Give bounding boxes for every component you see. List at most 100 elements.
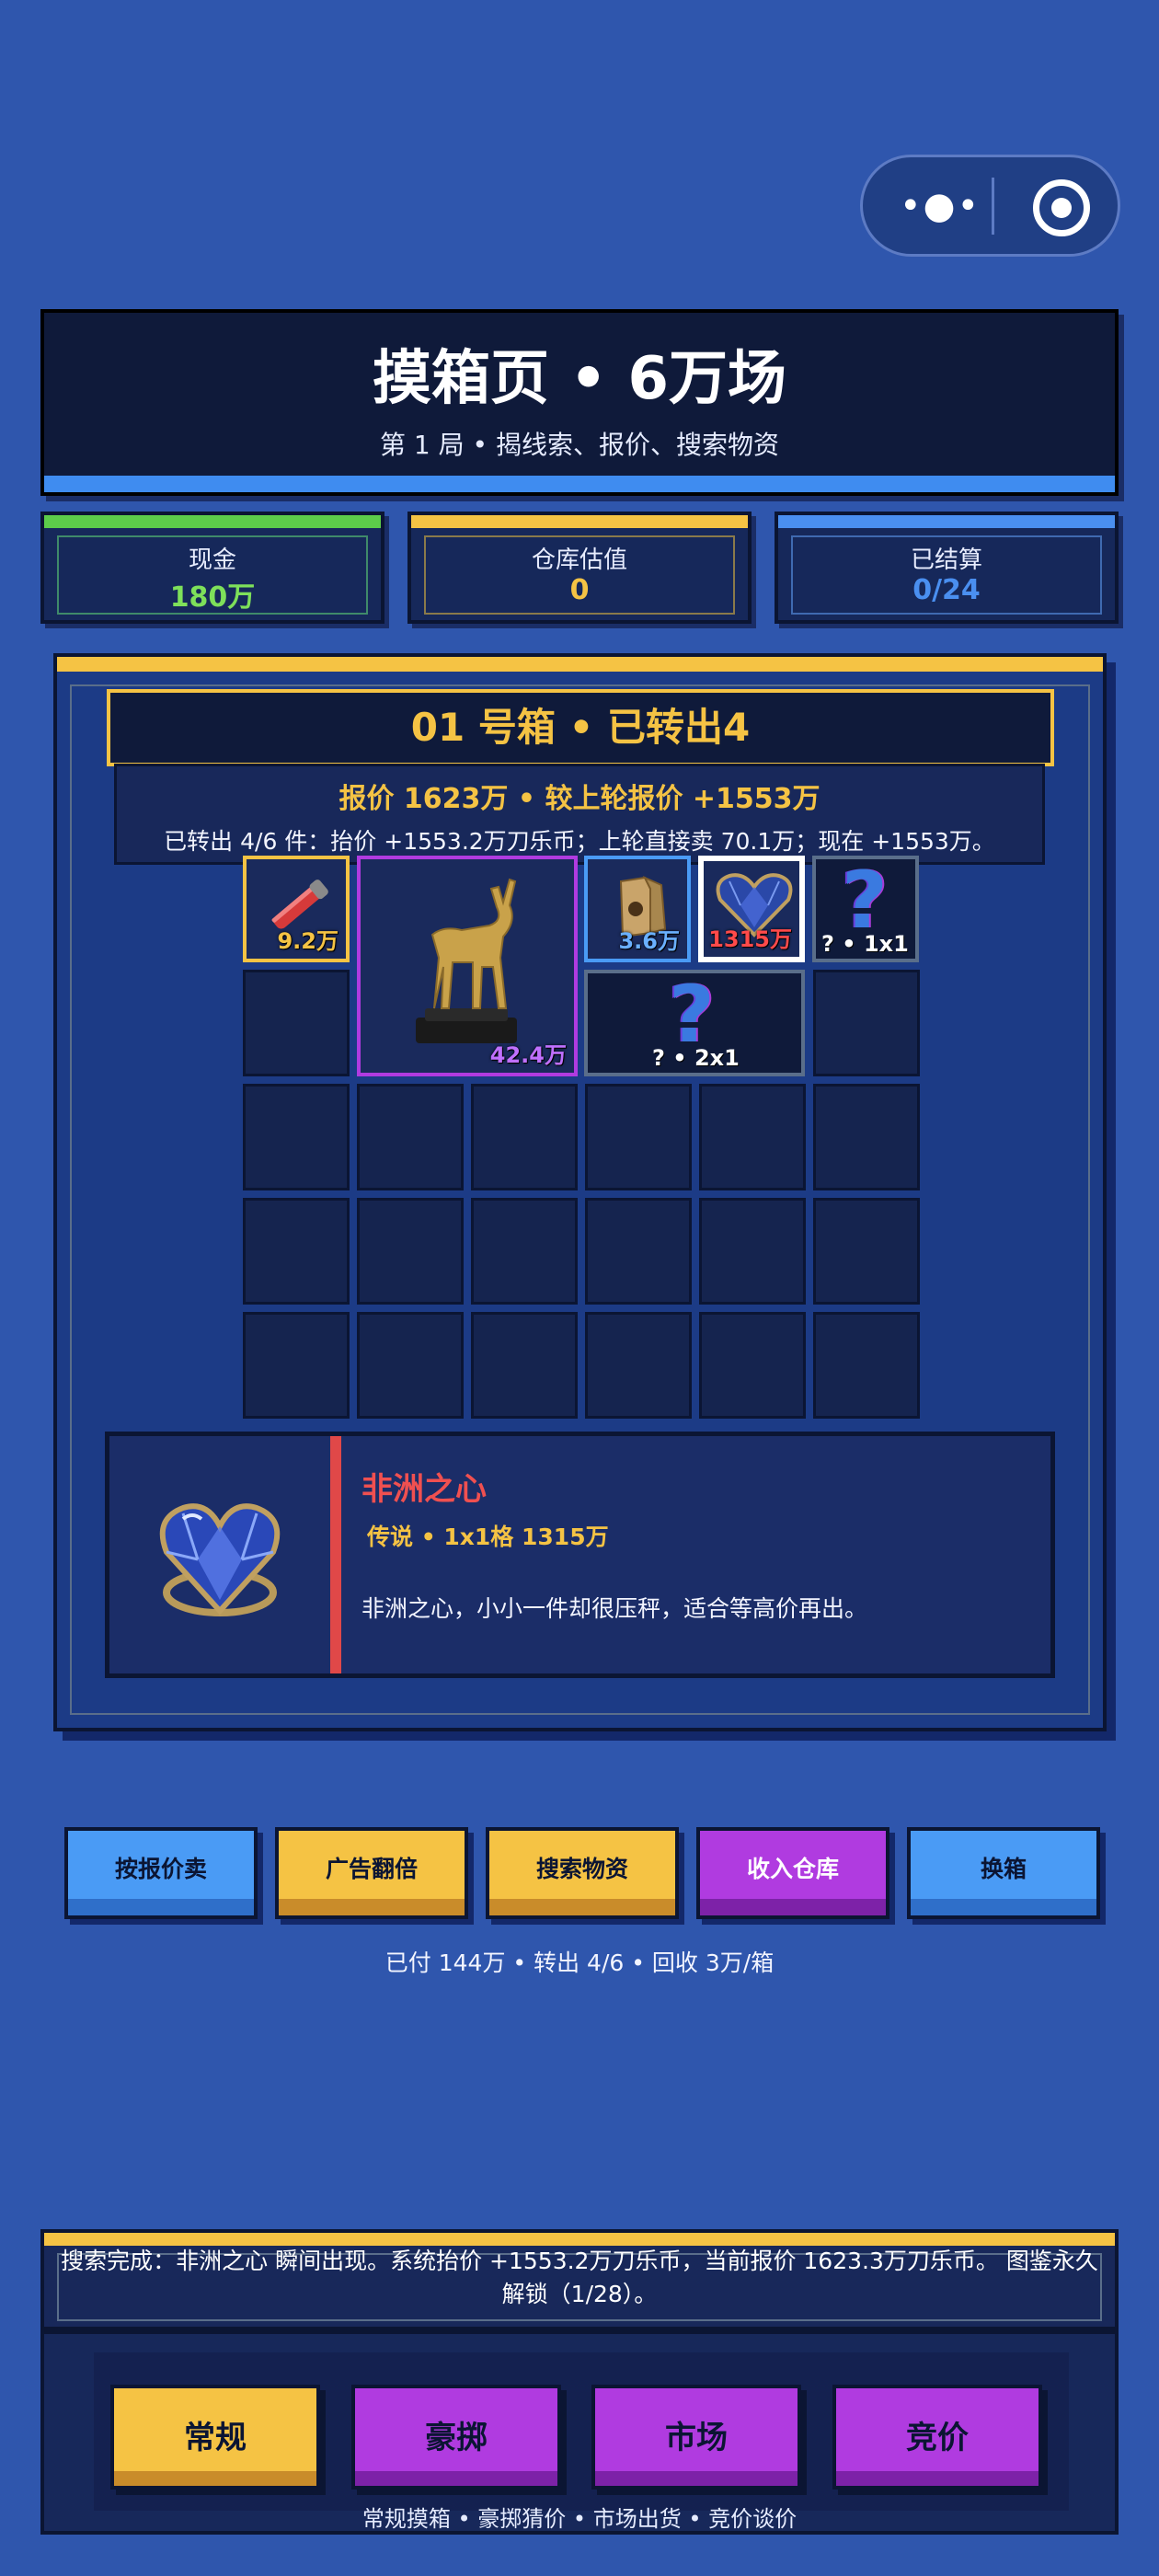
ad-double-button[interactable]: 广告翻倍 (275, 1827, 468, 1919)
item-name: 非洲之心 (361, 1471, 487, 1508)
grid-cell-empty[interactable] (357, 1312, 464, 1419)
stat-cash-inner: 现金 180万 (57, 535, 368, 615)
stat-settled-label: 已结算 (910, 546, 982, 574)
stat-settled-inner: 已结算 0/24 (791, 535, 1102, 615)
button-strip (68, 1899, 254, 1915)
rarity-bar (330, 1436, 341, 1673)
grid-cell-empty[interactable] (813, 1312, 920, 1419)
stat-settled-value: 0/24 (912, 574, 981, 606)
nav-strip (595, 2471, 798, 2486)
panel-accent-bar (57, 657, 1103, 672)
store-warehouse-button[interactable]: 收入仓库 (696, 1827, 889, 1919)
button-label: 搜索物资 (535, 1856, 628, 1882)
button-strip (911, 1899, 1096, 1915)
grid-cell-empty[interactable] (699, 1198, 806, 1305)
stat-cash: 现金 180万 (40, 512, 384, 624)
item-size-label: ? • 1x1 (821, 931, 909, 957)
miniprogram-capsule: •●• (860, 155, 1120, 257)
close-target-icon[interactable] (1033, 179, 1090, 236)
stat-cash-value: 180万 (169, 581, 256, 614)
item-meta: 传说 • 1x1格 1315万 (367, 1524, 609, 1550)
item-price: 1315万 (708, 926, 792, 952)
status-line: 已付 144万 • 转出 4/6 • 回收 3万/箱 (384, 1949, 775, 1976)
grid-cell-empty[interactable] (357, 1084, 464, 1190)
grid-cell-empty[interactable] (699, 1084, 806, 1190)
button-label: 收入仓库 (746, 1856, 839, 1882)
nav-label: 市场 (665, 2420, 728, 2456)
log-text: 搜索完成：非洲之心 瞬间出现。系统抬价 +1553.2万刀乐币，当前报价 162… (61, 2248, 1098, 2307)
log-accent-bar (44, 2233, 1115, 2246)
question-mark-icon: ? (669, 970, 715, 1061)
nav-strip (355, 2471, 557, 2486)
grid-cell-empty[interactable] (471, 1084, 578, 1190)
header-accent-bar (44, 476, 1115, 492)
nav-label: 常规 (184, 2420, 247, 2456)
box-title: 01 号箱 • 已转出4 (107, 689, 1054, 766)
quote-panel: 报价 1623万 • 较上轮报价 +1553万 已转出 4/6 件：抬价 +15… (114, 764, 1045, 865)
grid-cell-empty[interactable] (813, 1084, 920, 1190)
golden-deer-icon (416, 878, 517, 1043)
stat-warehouse: 仓库估值 0 (407, 512, 752, 624)
grid-cell-empty[interactable] (243, 1084, 350, 1190)
sell-at-quote-button[interactable]: 按报价卖 (64, 1827, 258, 1919)
item-detail-card: 非洲之心 传说 • 1x1格 1315万 非洲之心，小小一件却很压秤，适合等高价… (105, 1432, 1055, 1678)
grid-cell-empty[interactable] (585, 1312, 692, 1419)
nav-auction-button[interactable]: 竞价 (832, 2385, 1042, 2490)
unknown-item-2x1[interactable]: ? ? • 2x1 (584, 970, 805, 1076)
item-description: 非洲之心，小小一件却很压秤，适合等高价再出。 (361, 1595, 868, 1622)
button-strip (489, 1899, 675, 1915)
stat-cash-label: 现金 (188, 546, 236, 574)
more-icon[interactable]: •●• (900, 183, 979, 229)
stat-cash-bar (44, 515, 381, 528)
item-price: 42.4万 (489, 1042, 567, 1068)
grid-cell-empty[interactable] (699, 1312, 806, 1419)
button-strip (700, 1899, 886, 1915)
heart-gem-item[interactable]: 1315万 (698, 856, 805, 962)
grid-cell-empty[interactable] (813, 1198, 920, 1305)
page-title: 摸箱页 • 6万场 (373, 345, 786, 413)
grid-cell-empty[interactable] (813, 970, 920, 1076)
item-price: 3.6万 (618, 928, 680, 954)
button-label: 广告翻倍 (325, 1856, 418, 1882)
nav-strip (836, 2471, 1039, 2486)
button-strip (279, 1899, 465, 1915)
heart-gem-icon (159, 1503, 281, 1616)
grid-cell-empty[interactable] (585, 1198, 692, 1305)
quote-line: 报价 1623万 • 较上轮报价 +1553万 (339, 783, 820, 815)
grid-cell-empty[interactable] (471, 1198, 578, 1305)
unknown-item-1x1[interactable]: ? ? • 1x1 (812, 856, 919, 962)
nav-label: 豪掷 (425, 2420, 488, 2456)
stat-settled: 已结算 0/24 (775, 512, 1119, 624)
button-label: 按报价卖 (114, 1856, 207, 1882)
stat-warehouse-inner: 仓库估值 0 (424, 535, 735, 615)
grid-cell-empty[interactable] (243, 1198, 350, 1305)
capsule-divider (992, 178, 994, 235)
grid-cell-empty[interactable] (243, 970, 350, 1076)
nav-regular-button[interactable]: 常规 (110, 2385, 320, 2490)
item-size-label: ? • 2x1 (652, 1045, 740, 1071)
stat-warehouse-bar (411, 515, 748, 528)
stat-settled-bar (778, 515, 1115, 528)
golden-deer-item[interactable]: 42.4万 (357, 856, 578, 1076)
switch-box-button[interactable]: 换箱 (907, 1827, 1100, 1919)
button-label: 换箱 (980, 1856, 1027, 1882)
search-supplies-button[interactable]: 搜索物资 (486, 1827, 679, 1919)
grid-cell-empty[interactable] (471, 1312, 578, 1419)
quote-detail-line: 已转出 4/6 件：抬价 +1553.2万刀乐币；上轮直接卖 70.1万；现在 … (164, 828, 995, 855)
nav-market-button[interactable]: 市场 (591, 2385, 801, 2490)
nav-caption: 常规摸箱 • 豪掷猜价 • 市场出货 • 竞价谈价 (361, 2506, 798, 2532)
item-detail-image (109, 1436, 330, 1673)
red-stick-item[interactable]: 9.2万 (243, 856, 350, 962)
coffee-bag-item[interactable]: 3.6万 (584, 856, 691, 962)
stat-warehouse-label: 仓库估值 (531, 546, 627, 574)
grid-cell-empty[interactable] (243, 1312, 350, 1419)
page-header: 摸箱页 • 6万场 第 1 局 • 揭线索、报价、搜索物资 (40, 309, 1119, 496)
grid-cell-empty[interactable] (357, 1198, 464, 1305)
nav-luxury-button[interactable]: 豪掷 (351, 2385, 561, 2490)
nav-label: 竞价 (906, 2420, 969, 2456)
grid-cell-empty[interactable] (585, 1084, 692, 1190)
question-mark-icon: ? (842, 856, 888, 947)
stat-warehouse-value: 0 (569, 574, 590, 606)
page-subtitle: 第 1 局 • 揭线索、报价、搜索物资 (380, 430, 779, 460)
nav-strip (114, 2471, 316, 2486)
